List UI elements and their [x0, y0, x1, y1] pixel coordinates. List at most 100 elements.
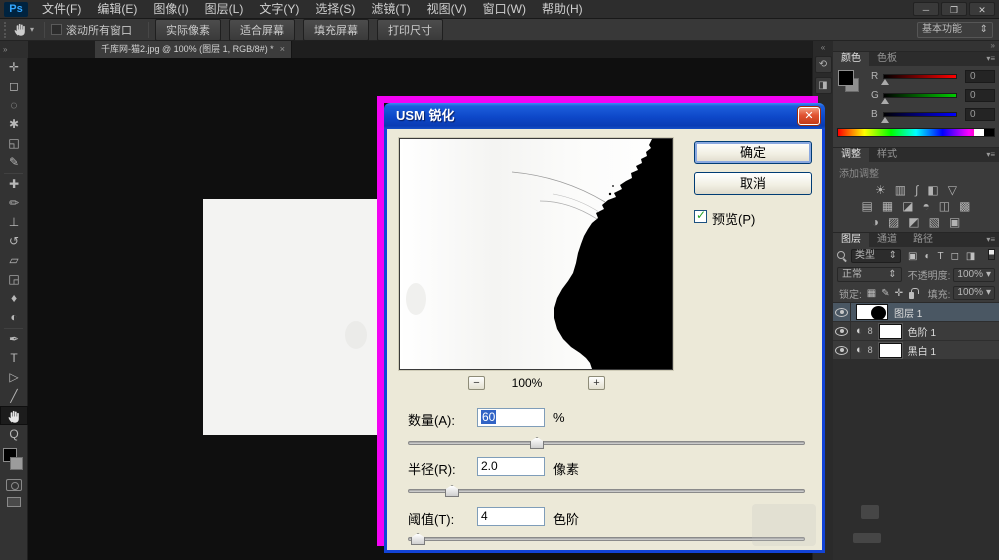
filter-toggle[interactable]	[988, 249, 995, 260]
curves-icon[interactable]: ∫	[915, 184, 918, 197]
clone-stamp-tool[interactable]: ⊥	[0, 213, 28, 232]
scroll-all-windows-checkbox[interactable]	[51, 24, 62, 35]
marquee-tool[interactable]: ◻	[0, 77, 28, 96]
visibility-eye-icon[interactable]	[835, 308, 848, 317]
channel-mixer-icon[interactable]: ◫	[939, 200, 950, 213]
brush-tool[interactable]: ✏	[0, 194, 28, 213]
red-slider[interactable]	[883, 74, 957, 79]
type-tool[interactable]: T	[0, 349, 28, 368]
minimize-button[interactable]: ─	[913, 2, 939, 16]
close-button[interactable]: ✕	[969, 2, 995, 16]
tab-color[interactable]: 颜色	[833, 52, 869, 66]
panel-menu-icon[interactable]: ▾≡	[986, 150, 995, 159]
filter-pixel-layers-icon[interactable]: ▣	[908, 251, 917, 262]
line-tool[interactable]: ╱	[0, 387, 28, 406]
quick-mask-icon[interactable]	[6, 479, 22, 491]
layer-filter-select[interactable]: 类型 ⇕	[851, 249, 901, 263]
radius-input[interactable]: 2.0	[477, 457, 545, 476]
preview-checkbox[interactable]: ✓	[694, 210, 707, 223]
threshold-input[interactable]: 4	[477, 507, 545, 526]
menu-select[interactable]: 选择(S)	[307, 0, 363, 19]
filter-adjustment-layers-icon[interactable]: ◐	[924, 251, 930, 262]
ramp-white-swatch[interactable]	[974, 129, 984, 136]
radius-slider[interactable]	[408, 489, 805, 493]
threshold-slider[interactable]	[408, 537, 805, 541]
dock-collapse-icon[interactable]: «	[813, 43, 833, 52]
photo-filter-icon[interactable]: ◓	[923, 200, 930, 213]
tab-channels[interactable]: 通道	[869, 233, 905, 247]
panel-menu-icon[interactable]: ▾≡	[986, 235, 995, 244]
path-selection-tool[interactable]: ▷	[0, 368, 28, 387]
layer-row-layer1[interactable]: 图层 1	[833, 303, 999, 322]
green-slider[interactable]	[883, 93, 957, 98]
restore-button[interactable]: ❐	[941, 2, 967, 16]
menu-type[interactable]: 文字(Y)	[251, 0, 307, 19]
blackwhite1-mask-thumbnail[interactable]	[879, 343, 902, 358]
move-tool[interactable]: ✛	[0, 58, 28, 77]
menu-filter[interactable]: 滤镜(T)	[363, 0, 418, 19]
menu-layer[interactable]: 图层(L)	[197, 0, 252, 19]
document-tab[interactable]: 千库网-猫2.jpg @ 100% (图层 1, RGB/8#) *×	[95, 41, 292, 58]
visibility-eye-icon[interactable]	[835, 327, 848, 336]
invert-icon[interactable]: ◑	[872, 216, 879, 229]
lock-position-icon[interactable]: ✛	[895, 288, 903, 299]
threshold-icon[interactable]: ◩	[908, 216, 919, 229]
lock-transparency-icon[interactable]: ▦	[867, 288, 876, 299]
zoom-out-button[interactable]: −	[468, 376, 485, 390]
history-brush-tool[interactable]: ↺	[0, 232, 28, 251]
pen-tool[interactable]: ✒	[0, 330, 28, 349]
screen-mode-icon[interactable]	[7, 497, 21, 507]
visibility-eye-icon[interactable]	[835, 346, 848, 355]
lock-paint-icon[interactable]: ✎	[881, 288, 889, 299]
menu-edit[interactable]: 编辑(E)	[89, 0, 145, 19]
green-slider-thumb[interactable]	[881, 98, 889, 104]
layer-row-levels1[interactable]: ◐ 8 色阶 1	[833, 322, 999, 341]
actual-pixels-button[interactable]: 实际像素	[155, 19, 221, 41]
layer-name[interactable]: 色阶 1	[908, 324, 936, 339]
posterize-icon[interactable]: ▨	[888, 216, 899, 229]
fill-value[interactable]: 100% ▾	[953, 286, 995, 300]
blue-slider-thumb[interactable]	[881, 117, 889, 123]
ramp-black-swatch[interactable]	[984, 129, 994, 136]
black-white-icon[interactable]: ◪	[902, 200, 913, 213]
zoom-in-button[interactable]: +	[588, 376, 605, 390]
toolbox-collapse-icon[interactable]: »	[0, 41, 28, 58]
hue-saturation-icon[interactable]: ▤	[862, 200, 873, 213]
tab-swatches[interactable]: 色板	[869, 52, 905, 66]
filter-type-layers-icon[interactable]: T	[938, 251, 944, 262]
tool-preset-caret-icon[interactable]: ▾	[30, 25, 34, 34]
lasso-tool[interactable]: ◌	[0, 96, 28, 115]
tab-close-icon[interactable]: ×	[280, 44, 285, 54]
dock-expand-icon[interactable]: »	[833, 41, 999, 51]
foreground-color-swatch[interactable]	[838, 70, 854, 86]
selective-color-icon[interactable]: ▣	[949, 216, 960, 229]
workspace-switcher[interactable]: 基本功能 ⇕	[917, 22, 993, 38]
color-lookup-icon[interactable]: ▩	[959, 200, 970, 213]
print-size-button[interactable]: 打印尺寸	[377, 19, 443, 41]
filter-smart-objects-icon[interactable]: ◨	[966, 251, 975, 262]
paint-bucket-tool[interactable]: ◲	[0, 270, 28, 289]
color-ramp[interactable]	[837, 128, 995, 137]
color-balance-icon[interactable]: ▦	[882, 200, 893, 213]
tab-styles[interactable]: 样式	[869, 148, 905, 162]
history-panel-icon[interactable]: ⟲	[815, 56, 832, 73]
amount-input[interactable]: 60	[477, 408, 545, 427]
filter-shape-layers-icon[interactable]: ◻	[951, 251, 959, 262]
exposure-icon[interactable]: ◧	[927, 184, 938, 197]
properties-panel-icon[interactable]: ◨	[815, 77, 832, 94]
blue-value[interactable]: 0	[965, 108, 995, 121]
menu-image[interactable]: 图像(I)	[145, 0, 196, 19]
brightness-contrast-icon[interactable]: ☀	[875, 184, 886, 197]
spot-healing-tool[interactable]: ✚	[0, 175, 28, 194]
zoom-tool[interactable]: Q	[0, 425, 28, 444]
menu-help[interactable]: 帮助(H)	[534, 0, 591, 19]
amount-slider-thumb[interactable]	[530, 437, 544, 449]
menu-view[interactable]: 视图(V)	[419, 0, 475, 19]
blue-slider[interactable]	[883, 112, 957, 117]
gradient-map-icon[interactable]: ▧	[929, 216, 940, 229]
fit-screen-button[interactable]: 适合屏幕	[229, 19, 295, 41]
dialog-title[interactable]: USM 锐化	[384, 103, 825, 129]
blur-tool[interactable]: ♦	[0, 289, 28, 308]
dialog-close-icon[interactable]: ✕	[798, 107, 820, 125]
fill-screen-button[interactable]: 填充屏幕	[303, 19, 369, 41]
